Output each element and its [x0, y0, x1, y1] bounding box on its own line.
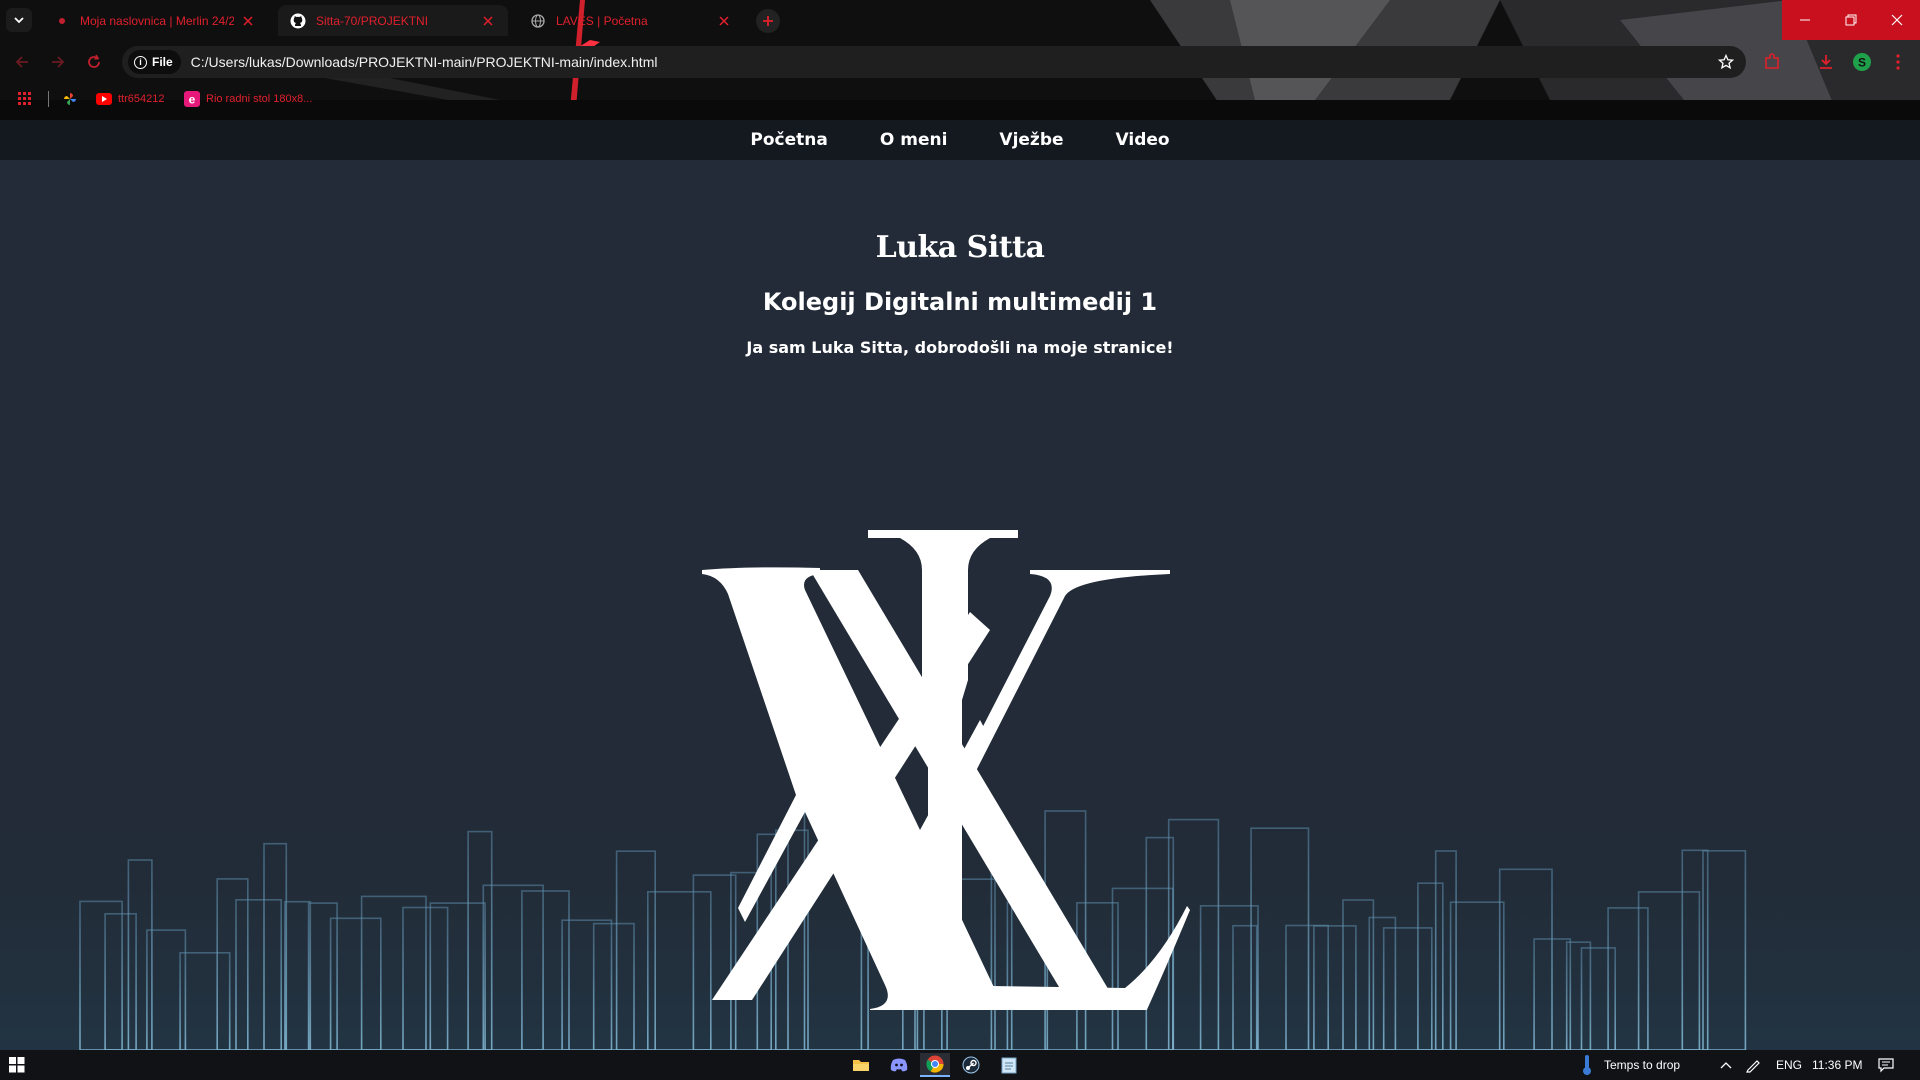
profile-button[interactable]: S [1850, 50, 1874, 74]
downloads-button[interactable] [1814, 50, 1838, 74]
browser-chrome: Moja naslovnica | Merlin 24/25 Sitta-70/… [0, 0, 1920, 120]
pen-menu[interactable] [1745, 1050, 1761, 1080]
address-bar[interactable]: i File C:/Users/lukas/Downloads/PROJEKTNI… [122, 46, 1746, 78]
site-info-chip[interactable]: i File [128, 50, 181, 74]
lx-monogram-logo [702, 530, 1190, 1010]
minimize-button[interactable] [1782, 0, 1828, 40]
steam-icon[interactable] [956, 1053, 986, 1077]
pinwheel-icon [64, 93, 76, 105]
tab-title: LAVES | Početna [556, 13, 648, 28]
close-icon[interactable] [716, 13, 732, 29]
avatar: S [1853, 53, 1871, 71]
notifications-button[interactable] [1878, 1050, 1894, 1080]
close-icon [1891, 14, 1903, 26]
browser-toolbar: i File C:/Users/lukas/Downloads/PROJEKTNI… [0, 42, 1920, 82]
more-vert-icon [1896, 54, 1900, 70]
e-icon: e [184, 91, 200, 107]
hero-section: Luka Sitta Kolegij Digitalni multimedij … [0, 160, 1920, 1050]
minimize-icon [1800, 19, 1810, 21]
url-text[interactable]: C:/Users/lukas/Downloads/PROJEKTNI-main/… [191, 54, 1718, 70]
tab-github[interactable]: Sitta-70/PROJEKTNI [278, 5, 508, 36]
nav-video[interactable]: Video [1116, 130, 1170, 150]
menu-button[interactable] [1886, 50, 1910, 74]
svg-text:S: S [1858, 56, 1866, 70]
download-icon [1820, 55, 1832, 69]
nav-o-meni[interactable]: O meni [880, 130, 948, 150]
file-explorer-icon[interactable] [846, 1053, 876, 1077]
bookmark-label: ttr654212 [118, 93, 165, 105]
svg-text:e: e [189, 93, 196, 107]
info-icon: i [134, 55, 147, 69]
close-window-button[interactable] [1874, 0, 1920, 40]
site-nav: Početna O meni Vježbe Video [0, 120, 1920, 160]
course-title: Kolegij Digitalni multimedij 1 [762, 288, 1158, 316]
bookmark-youtube[interactable]: ttr654212 [96, 90, 164, 108]
tab-laves[interactable]: LAVES | Početna [518, 5, 744, 36]
chevron-down-icon [14, 17, 24, 24]
arrow-right-icon [52, 56, 65, 68]
site-owner-name: Luka Sitta [875, 230, 1045, 265]
language-indicator[interactable]: ENG [1776, 1050, 1802, 1080]
chevron-up-icon [1720, 1062, 1732, 1069]
apps-icon [18, 92, 31, 105]
back-button[interactable] [10, 50, 34, 74]
star-icon[interactable] [1718, 54, 1734, 70]
nav-pocetna[interactable]: Početna [750, 130, 827, 150]
reload-icon [88, 54, 100, 68]
reload-button[interactable] [82, 50, 106, 74]
puzzle-icon [1765, 53, 1779, 69]
merlin-icon [54, 13, 70, 29]
forward-button[interactable] [46, 50, 70, 74]
tab-bar: Moja naslovnica | Merlin 24/25 Sitta-70/… [0, 0, 1920, 40]
new-tab-button[interactable] [756, 9, 780, 33]
windows-taskbar: Temps to drop ENG 11:36 PM [0, 1050, 1920, 1080]
chrome-icon[interactable] [920, 1053, 950, 1077]
welcome-text: Ja sam Luka Sitta, dobrodošli na moje st… [746, 338, 1174, 357]
close-icon[interactable] [240, 13, 256, 29]
thermometer-icon [1583, 1055, 1591, 1075]
windows-start-icon[interactable] [2, 1053, 32, 1077]
github-icon [290, 13, 306, 29]
tab-title: Sitta-70/PROJEKTNI [316, 13, 429, 28]
close-icon[interactable] [480, 13, 496, 29]
bookmark-rio[interactable]: e Rio radni stol 180x8... [184, 90, 312, 108]
bookmark-apps[interactable] [18, 90, 32, 108]
pen-icon [1746, 1060, 1760, 1073]
youtube-icon [96, 93, 112, 105]
plus-icon [763, 16, 773, 26]
globe-icon [530, 13, 546, 29]
bookmark-pinwheel[interactable] [63, 90, 77, 108]
bookmarks-bar: ttr654212 e Rio radni stol 180x8... [0, 86, 1920, 112]
tray-overflow[interactable] [1720, 1050, 1732, 1080]
tab-merlin[interactable]: Moja naslovnica | Merlin 24/25 [42, 5, 268, 36]
chat-bubble-icon [1878, 1058, 1894, 1073]
tab-title: Moja naslovnica | Merlin 24/25 [80, 13, 234, 28]
arrow-left-icon [15, 56, 28, 68]
extensions-button[interactable] [1760, 50, 1784, 74]
tab-search-button[interactable] [6, 8, 32, 32]
nav-vjezbe[interactable]: Vježbe [999, 130, 1063, 150]
bookmark-label: Rio radni stol 180x8... [206, 93, 313, 105]
notepad-icon[interactable] [994, 1053, 1024, 1077]
weather-widget[interactable]: Temps to drop [1580, 1050, 1680, 1080]
site-info-label: File [152, 55, 173, 69]
bookmark-separator [48, 91, 49, 107]
clock[interactable]: 11:36 PM [1812, 1050, 1862, 1080]
restore-icon [1845, 14, 1857, 26]
restore-button[interactable] [1828, 0, 1874, 40]
weather-text: Temps to drop [1604, 1058, 1681, 1072]
discord-icon[interactable] [884, 1053, 914, 1077]
